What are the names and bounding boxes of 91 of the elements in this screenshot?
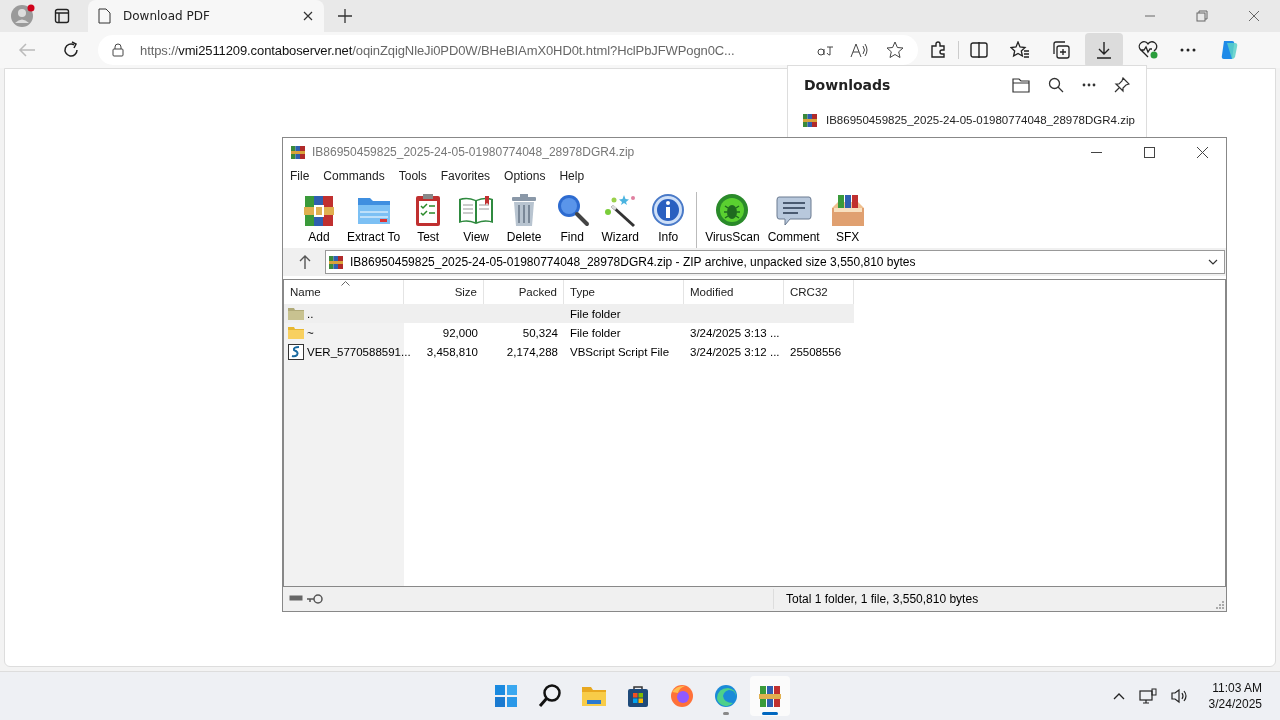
archive-icon [802,112,818,128]
toolbar-button[interactable]: Comment [763,192,824,248]
star-icon[interactable] [886,41,904,59]
toolbar-button[interactable]: View [452,192,501,248]
status-text: Total 1 folder, 1 file, 3,550,810 bytes [786,592,979,606]
table-cell: File folder [570,307,621,320]
address-bar[interactable]: https://vmi2511209.contaboserver.net/oqinZqigNleJi0PD0W/BHeBIAmX0HD0t.html?HclPbJFWPogn0C... [98,35,918,65]
network-icon[interactable] [1138,688,1157,704]
chevron-up-icon[interactable] [1112,692,1125,700]
bug-icon [714,192,751,228]
lock-icon [112,43,124,57]
read-aloud-icon[interactable] [850,42,870,58]
archive-icon [757,683,783,709]
tab-title: Download PDF [123,9,211,23]
up-arrow-icon[interactable] [299,255,311,269]
info-icon [650,192,687,228]
url-text: https://vmi2511209.contaboserver.net/oqinZqigNleJi0PD0W/BHeBIAmX0HD0t.html?HclPbJFWPogn0C... [140,42,736,58]
table-cell: VBScript Script File [570,345,670,358]
taskbar-app[interactable] [750,676,790,716]
toolbar-button[interactable]: SFX [823,192,872,248]
table-cell: ~ [307,326,314,339]
downloads-button[interactable] [1085,33,1123,67]
maximize-icon[interactable] [1144,146,1155,158]
clock-date[interactable]: 3/24/2025 [1208,696,1262,712]
tab-actions-icon[interactable] [54,8,70,24]
collections-icon[interactable] [1052,41,1070,59]
toolbar-button[interactable]: Add [295,192,343,248]
drive-icon [289,594,303,602]
pin-icon[interactable] [1114,77,1130,93]
extensions-icon[interactable] [929,41,947,59]
table-cell: 2,174,288 [506,345,558,358]
store-icon [625,683,651,709]
path-field[interactable]: IB86950459825_2025-24-05-01980774048_28978DGR4.zip - ZIP archive, unpacked size 3,550,810 bytes [325,250,1225,274]
heart-monitor-icon[interactable] [1138,41,1158,59]
reload-icon[interactable] [62,41,80,59]
toolbar-button[interactable]: Info [644,192,693,248]
toolbar-button[interactable]: Extract To [343,192,405,248]
split-screen-icon[interactable] [970,42,988,58]
toolbar-button[interactable]: Delete [500,192,549,248]
search-icon[interactable] [1048,77,1064,93]
menu-item[interactable]: Tools [398,169,427,183]
table-cell: VER_5770588591... [307,345,411,358]
table-cell: .. [307,307,314,320]
toolbar-button[interactable]: VirusScan [696,192,764,248]
sort-icon [341,281,350,286]
file-row[interactable]: ~ 92,000 50,324 File folder 3/24/2025 3:13 ... [284,323,854,342]
dropdown-icon[interactable] [1208,259,1218,265]
volume-icon[interactable] [1170,688,1189,704]
table-cell: 92,000 [442,326,478,339]
folder-icon [288,307,304,320]
download-icon [1096,41,1112,59]
toolbar-button[interactable]: Test [404,192,453,248]
new-tab-icon[interactable] [338,9,352,23]
download-filename[interactable]: IB86950459825_2025-24-05-01980774048_28978DGR4.zip [826,114,1135,126]
clock-time[interactable]: 11:03 AM [1212,680,1262,696]
folder-icon[interactable] [1012,77,1030,93]
table-cell: 25508556 [790,345,842,358]
windows-icon [493,683,519,709]
more-icon[interactable] [1082,83,1096,87]
archive-icon [328,254,344,270]
menu-item[interactable]: Help [559,169,585,183]
script-file-icon [288,343,304,360]
menu-item[interactable]: Options [504,169,546,183]
table-cell: 3/24/2025 3:12 ... [690,345,780,358]
window-title: IB86950459825_2025-24-05-01980774048_28978DGR4.zip [312,145,635,159]
search-icon [537,683,563,709]
table-cell: File folder [570,326,621,339]
menu-item[interactable]: File [290,169,310,183]
browser-tab[interactable]: Download PDF [88,0,324,32]
close-icon[interactable] [1197,146,1208,158]
page-icon [98,8,111,24]
key-icon [307,594,323,604]
toolbar-button[interactable]: Wizard [596,192,645,248]
file-row[interactable]: VER_5770588591... 3,458,810 2,174,288 VBScript Script File 3/24/2025 3:12 ... 25508556 [284,342,854,361]
more-icon[interactable] [1180,48,1196,52]
close-icon[interactable] [302,10,314,22]
table-cell: 3,458,810 [426,345,478,358]
browser-icon [713,683,739,709]
box-icon [829,192,866,228]
table-cell: 50,324 [522,326,558,339]
browser-icon [669,683,695,709]
panel-title: Downloads [804,77,891,93]
profile-icon[interactable] [10,3,36,29]
menu-item[interactable]: Commands [323,169,385,183]
table-cell: 3/24/2025 3:13 ... [690,326,780,339]
favorites-icon[interactable] [1010,41,1030,59]
resize-grip-icon[interactable] [1216,601,1224,609]
toolbar-button[interactable]: Find [548,192,597,248]
menu-item[interactable]: Favorites [440,169,491,183]
restore-icon[interactable] [1196,10,1208,22]
archive-icon [290,144,306,160]
